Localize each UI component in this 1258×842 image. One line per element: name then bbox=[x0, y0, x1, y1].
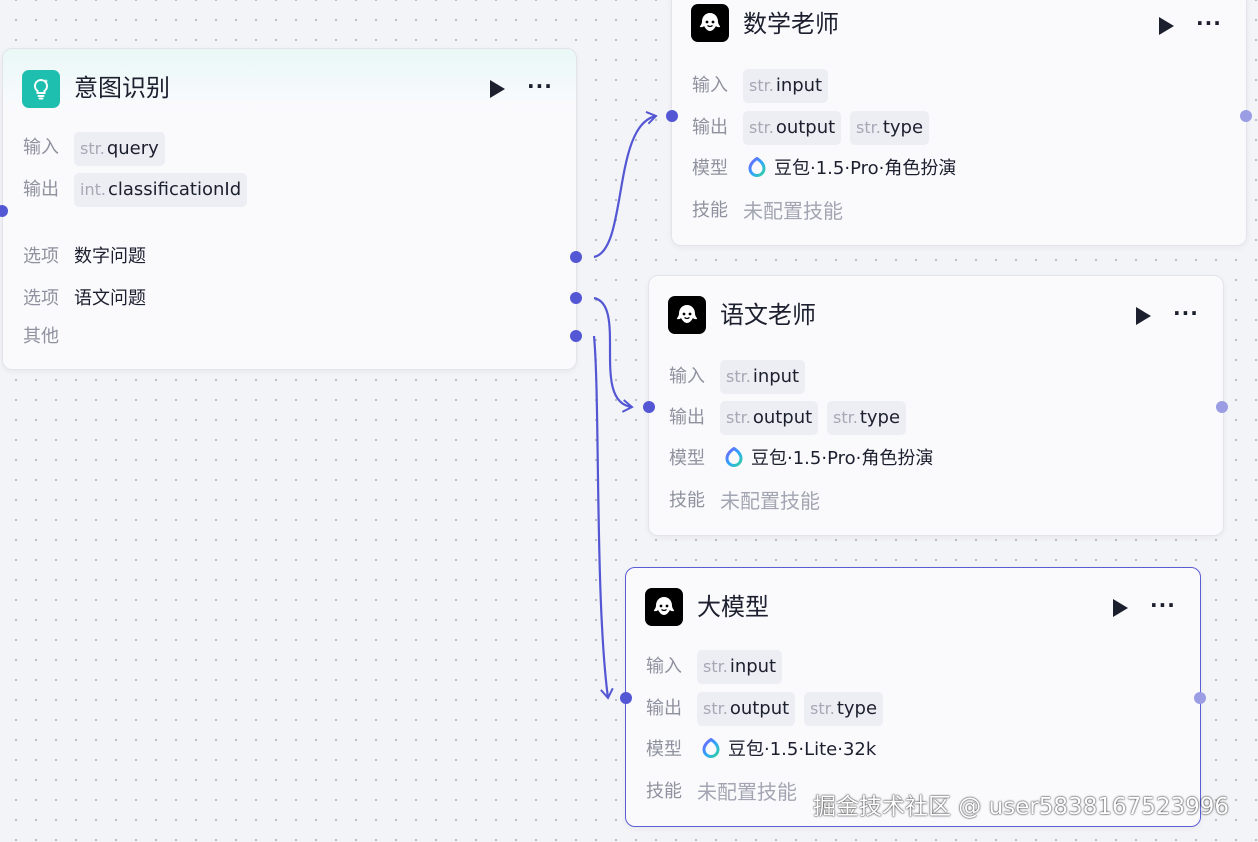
param-type: str. bbox=[810, 699, 835, 718]
skill-value: 未配置技能 bbox=[743, 199, 843, 223]
node-title: 意图识别 bbox=[74, 74, 170, 102]
output-param-chip: str. type bbox=[804, 692, 884, 726]
option-label: 其他 bbox=[23, 326, 59, 347]
edge-option2-to-chinese bbox=[593, 296, 634, 413]
param-name: input bbox=[752, 366, 800, 387]
chinese-output-port[interactable] bbox=[1216, 401, 1228, 413]
run-button[interactable] bbox=[490, 80, 505, 98]
output-label: 输出 bbox=[646, 698, 682, 719]
option-label: 选项 bbox=[23, 288, 59, 309]
more-options-button[interactable]: ··· bbox=[1196, 13, 1222, 33]
intent-node[interactable]: 意图识别 ··· 输入 str. query 输出 int. classificat… bbox=[2, 48, 577, 370]
param-type: str. bbox=[749, 76, 774, 95]
skill-label: 技能 bbox=[646, 781, 682, 802]
model-text: 豆包·1.5·Pro·角色扮演 bbox=[774, 158, 957, 179]
param-name: output bbox=[775, 117, 836, 138]
run-button[interactable] bbox=[1113, 599, 1128, 617]
param-type: str. bbox=[856, 118, 881, 137]
watermark: 掘金技术社区 @ user5838167523996 bbox=[813, 794, 1230, 820]
input-param-chip: str. query bbox=[74, 132, 165, 166]
node-title: 语文老师 bbox=[720, 301, 816, 329]
input-label: 输入 bbox=[646, 656, 682, 677]
model-name[interactable]: 豆包·1.5·Lite·32k bbox=[701, 738, 876, 762]
node-title: 大模型 bbox=[697, 593, 769, 621]
model-text: 豆包·1.5·Lite·32k bbox=[728, 739, 877, 760]
chinese-input-port[interactable] bbox=[643, 401, 655, 413]
output-label: 输出 bbox=[692, 117, 728, 138]
doubao-logo-icon bbox=[702, 738, 720, 758]
math-output-port[interactable] bbox=[1240, 110, 1252, 122]
model-text: 豆包·1.5·Pro·角色扮演 bbox=[751, 448, 934, 469]
input-param-chip: str. input bbox=[743, 69, 829, 103]
param-name: input bbox=[775, 75, 823, 96]
llm-node-chinese[interactable]: 语文老师 ··· 输入 str. input 输出 str. output str.… bbox=[648, 275, 1224, 536]
option-value: 语文问题 bbox=[74, 288, 146, 309]
model-label: 模型 bbox=[646, 739, 682, 760]
param-name: type bbox=[859, 407, 901, 428]
param-type: str. bbox=[80, 139, 105, 158]
param-name: output bbox=[752, 407, 813, 428]
skill-value: 未配置技能 bbox=[720, 489, 820, 513]
more-options-button[interactable]: ··· bbox=[527, 76, 553, 96]
option-label: 选项 bbox=[23, 246, 59, 267]
lightbulb-icon bbox=[22, 70, 60, 108]
input-param-chip: str. input bbox=[697, 650, 783, 684]
model-name[interactable]: 豆包·1.5·Pro·角色扮演 bbox=[747, 157, 956, 181]
input-param-chip: str. input bbox=[720, 360, 806, 394]
large-model-input-port[interactable] bbox=[620, 692, 632, 704]
math-input-port[interactable] bbox=[666, 110, 678, 122]
skill-label: 技能 bbox=[669, 490, 705, 511]
param-type: str. bbox=[749, 118, 774, 137]
input-label: 输入 bbox=[23, 137, 59, 158]
param-type: str. bbox=[726, 408, 751, 427]
param-type: str. bbox=[726, 367, 751, 386]
edge-other-to-llm bbox=[592, 335, 614, 700]
output-param-chip: str. type bbox=[827, 401, 907, 435]
node-title: 数学老师 bbox=[743, 10, 839, 38]
option-value: 数字问题 bbox=[74, 246, 146, 267]
input-label: 输入 bbox=[692, 75, 728, 96]
doubao-logo-icon bbox=[725, 447, 743, 467]
param-type: str. bbox=[833, 408, 858, 427]
llm-node-math[interactable]: 数学老师 ··· 输入 str. input 输出 str. output str.… bbox=[671, 0, 1247, 246]
param-name: output bbox=[729, 698, 790, 719]
run-button[interactable] bbox=[1136, 307, 1151, 325]
output-label: 输出 bbox=[669, 407, 705, 428]
model-name[interactable]: 豆包·1.5·Pro·角色扮演 bbox=[724, 447, 933, 471]
param-type: int. bbox=[80, 180, 106, 199]
option1-output-port[interactable] bbox=[570, 251, 582, 263]
param-type: str. bbox=[703, 699, 728, 718]
param-name: query bbox=[106, 138, 159, 159]
output-param-chip: str. output bbox=[720, 401, 819, 435]
robot-icon bbox=[645, 588, 683, 626]
param-name: type bbox=[836, 698, 878, 719]
param-type: str. bbox=[703, 657, 728, 676]
output-label: 输出 bbox=[23, 179, 59, 200]
doubao-logo-icon bbox=[748, 157, 766, 177]
more-options-button[interactable]: ··· bbox=[1150, 595, 1176, 615]
param-name: input bbox=[729, 656, 777, 677]
model-label: 模型 bbox=[669, 448, 705, 469]
robot-icon bbox=[668, 296, 706, 334]
more-options-button[interactable]: ··· bbox=[1173, 303, 1199, 323]
param-name: classificationId bbox=[107, 179, 242, 200]
input-label: 输入 bbox=[669, 366, 705, 387]
output-param-chip: int. classificationId bbox=[74, 173, 248, 207]
output-param-chip: str. output bbox=[743, 111, 842, 145]
skill-label: 技能 bbox=[692, 200, 728, 221]
run-button[interactable] bbox=[1159, 17, 1174, 35]
option2-output-port[interactable] bbox=[570, 292, 582, 304]
other-output-port[interactable] bbox=[570, 330, 582, 342]
robot-icon bbox=[691, 4, 729, 42]
large-model-output-port[interactable] bbox=[1194, 692, 1206, 704]
skill-value: 未配置技能 bbox=[697, 780, 797, 804]
edge-option1-to-math bbox=[593, 111, 658, 259]
output-param-chip: str. type bbox=[850, 111, 930, 145]
param-name: type bbox=[882, 117, 924, 138]
output-param-chip: str. output bbox=[697, 692, 796, 726]
model-label: 模型 bbox=[692, 158, 728, 179]
